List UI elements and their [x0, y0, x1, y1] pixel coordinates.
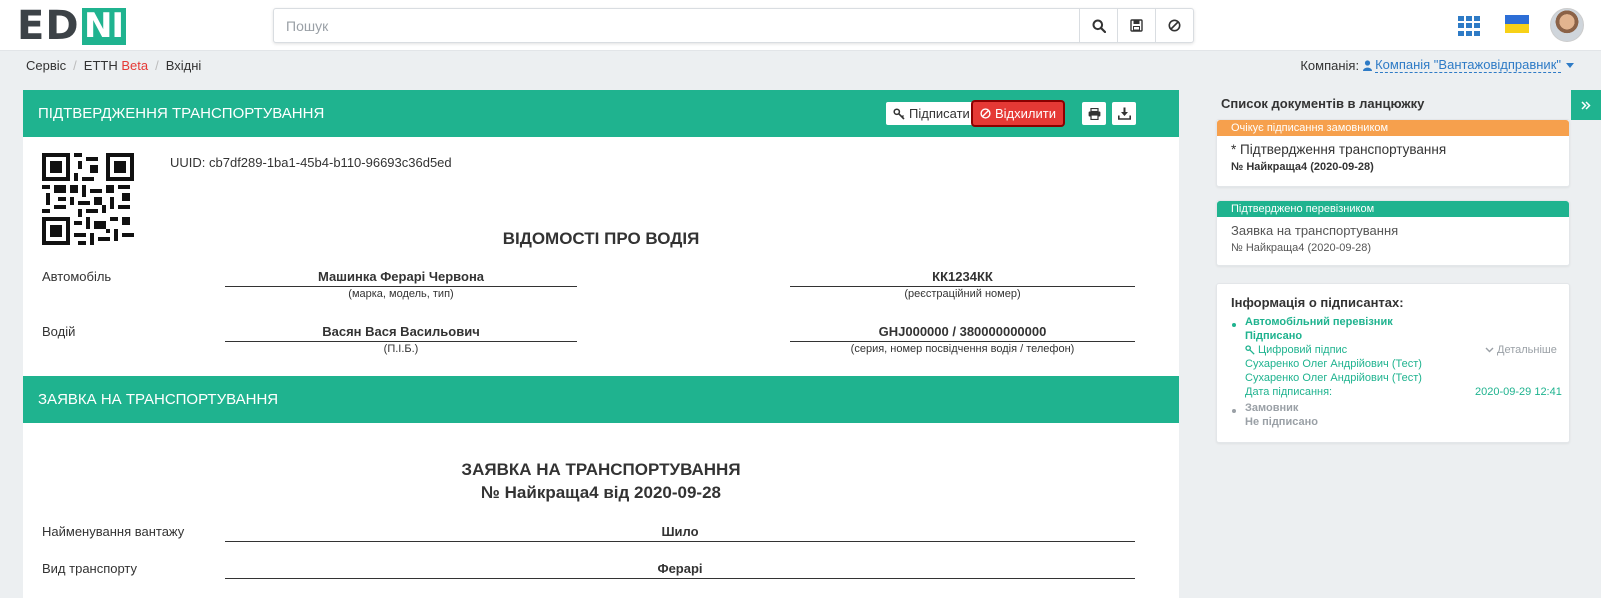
chevron-double-right-icon — [1581, 100, 1591, 110]
status-badge: Підтверджено перевізником — [1217, 201, 1569, 217]
collapse-sidebar-button[interactable] — [1571, 90, 1601, 120]
chain-doc-number: № Найкраща4 (2020-09-28) — [1231, 161, 1374, 173]
sign-date-label: Дата підписання: — [1245, 386, 1333, 398]
print-button[interactable] — [1082, 102, 1106, 125]
car-hint: (марка, модель, тип) — [348, 288, 454, 300]
breadcrumb-separator: / — [155, 57, 159, 73]
document-panel: ПІДТВЕРДЖЕННЯ ТРАНСПОРТУВАННЯ Підписати … — [23, 90, 1179, 598]
company-selector: Компанія: Компанія "Вантажовідправник" — [1300, 57, 1574, 73]
document-uuid: UUID: cb7df289-1ba1-45b4-b110-96693c36d5… — [170, 155, 452, 170]
search-input[interactable] — [274, 9, 1079, 42]
request-number: № Найкраща4 від 2020-09-28 — [480, 483, 722, 502]
plate-hint: (реєстраційний номер) — [904, 288, 1021, 300]
logo-text-ni: NI — [81, 7, 126, 45]
chevron-down-icon[interactable] — [1566, 62, 1574, 68]
car-value: Машинка Ферарі Червона — [225, 269, 577, 287]
cargo-label: Найменування вантажу — [42, 524, 185, 539]
chain-doc-number: № Найкраща4 (2020-09-28) — [1231, 242, 1372, 254]
search-icon — [1092, 19, 1106, 33]
cargo-value: Шило — [225, 524, 1135, 542]
key-icon — [1245, 345, 1255, 355]
driver-label: Водій — [42, 324, 76, 339]
signer-status: Підписано — [1245, 330, 1303, 342]
user-avatar[interactable] — [1550, 8, 1584, 42]
license-value: GHJ000000 / 380000000000 — [790, 324, 1135, 342]
key-icon — [893, 107, 905, 120]
section-title: ЗАЯВКА НА ТРАНСПОРТУВАННЯ — [38, 391, 279, 408]
chain-doc-request[interactable]: Підтверджено перевізником Заявка на тран… — [1216, 200, 1570, 266]
beta-badge: Beta — [121, 57, 149, 73]
breadcrumb-ettn-label: ЕТТН — [83, 57, 118, 73]
driver-hint: (П.І.Б.) — [383, 343, 419, 355]
signer-status: Не підписано — [1245, 416, 1318, 428]
sign-date: 2020-09-29 12:41 — [1475, 386, 1562, 398]
car-label: Автомобіль — [42, 269, 112, 284]
section-header-request: ЗАЯВКА НА ТРАНСПОРТУВАННЯ — [23, 376, 1179, 423]
breadcrumb: Сервіс / ЕТТН Beta / Вхідні — [26, 57, 201, 73]
search-bar — [273, 8, 1194, 43]
chain-doc-title: * Підтвердження транспортування — [1231, 142, 1447, 157]
section-header-confirmation: ПІДТВЕРДЖЕННЯ ТРАНСПОРТУВАННЯ Підписати … — [23, 90, 1179, 137]
breadcrumb-separator: / — [73, 57, 77, 73]
section-title: ПІДТВЕРДЖЕННЯ ТРАНСПОРТУВАННЯ — [38, 105, 325, 122]
ukraine-flag-icon[interactable] — [1505, 15, 1529, 33]
signers-panel: Інформація о підписантах: Автомобільний … — [1216, 283, 1570, 443]
details-toggle[interactable]: Детальніше — [1485, 344, 1557, 356]
save-icon — [1130, 19, 1143, 32]
ban-icon — [980, 108, 991, 119]
document-chain-title: Список документів в ланцюжку — [1221, 96, 1425, 111]
user-icon — [1363, 59, 1373, 71]
chevron-down-icon — [1485, 347, 1494, 353]
reject-button[interactable]: Відхилити — [973, 102, 1063, 125]
cancel-icon — [1168, 19, 1181, 32]
top-bar: ED NI — [0, 0, 1601, 51]
signature-type: Цифровий підпис — [1245, 344, 1347, 356]
download-icon — [1117, 107, 1131, 120]
signer-name: Сухаренко Олег Андрійович (Тест) — [1245, 372, 1422, 384]
signer-bullet — [1232, 409, 1236, 413]
license-hint: (серия, номер посвідчення водія / телефо… — [850, 343, 1075, 355]
apps-grid-icon[interactable] — [1458, 16, 1482, 36]
sign-label: Підписати — [909, 106, 970, 121]
reject-label: Відхилити — [995, 106, 1056, 121]
breadcrumb-ettn[interactable]: ЕТТН Beta — [84, 58, 148, 73]
print-icon — [1088, 107, 1100, 120]
signers-title: Інформація о підписантах: — [1231, 295, 1404, 310]
transport-value: Ферарі — [225, 561, 1135, 579]
company-dropdown[interactable]: Компанія "Вантажовідправник" — [1375, 57, 1561, 73]
signer-role: Автомобільний перевізник — [1245, 316, 1393, 328]
edin-logo[interactable]: ED NI — [17, 6, 126, 46]
driver-info-title: ВІДОМОСТІ ПРО ВОДІЯ — [502, 229, 700, 248]
logo-text-ed: ED — [17, 3, 80, 49]
search-button[interactable] — [1079, 9, 1117, 42]
save-search-button[interactable] — [1117, 9, 1155, 42]
download-button[interactable] — [1112, 102, 1136, 125]
breadcrumb-inbox: Вхідні — [165, 57, 202, 73]
chain-doc-current[interactable]: Очікує підписання замовником * Підтвердж… — [1216, 119, 1570, 187]
breadcrumb-service[interactable]: Сервіс — [26, 58, 66, 73]
driver-value: Васян Вася Васильович — [225, 324, 577, 342]
details-label: Детальніше — [1497, 344, 1557, 356]
plate-value: КК1234КК — [790, 269, 1135, 287]
clear-search-button[interactable] — [1155, 9, 1193, 42]
signature-type-label: Цифровий підпис — [1258, 344, 1348, 356]
signer-name: Сухаренко Олег Андрійович (Тест) — [1245, 358, 1422, 370]
chain-doc-title: Заявка на транспортування — [1231, 223, 1399, 238]
status-badge: Очікує підписання замовником — [1217, 120, 1569, 136]
request-title: ЗАЯВКА НА ТРАНСПОРТУВАННЯ — [461, 460, 741, 479]
signer-bullet — [1232, 323, 1236, 327]
signer-role: Замовник — [1245, 402, 1299, 414]
company-label: Компанія: — [1300, 57, 1360, 73]
sign-button[interactable]: Підписати — [886, 102, 977, 125]
transport-label: Вид транспорту — [42, 561, 138, 576]
